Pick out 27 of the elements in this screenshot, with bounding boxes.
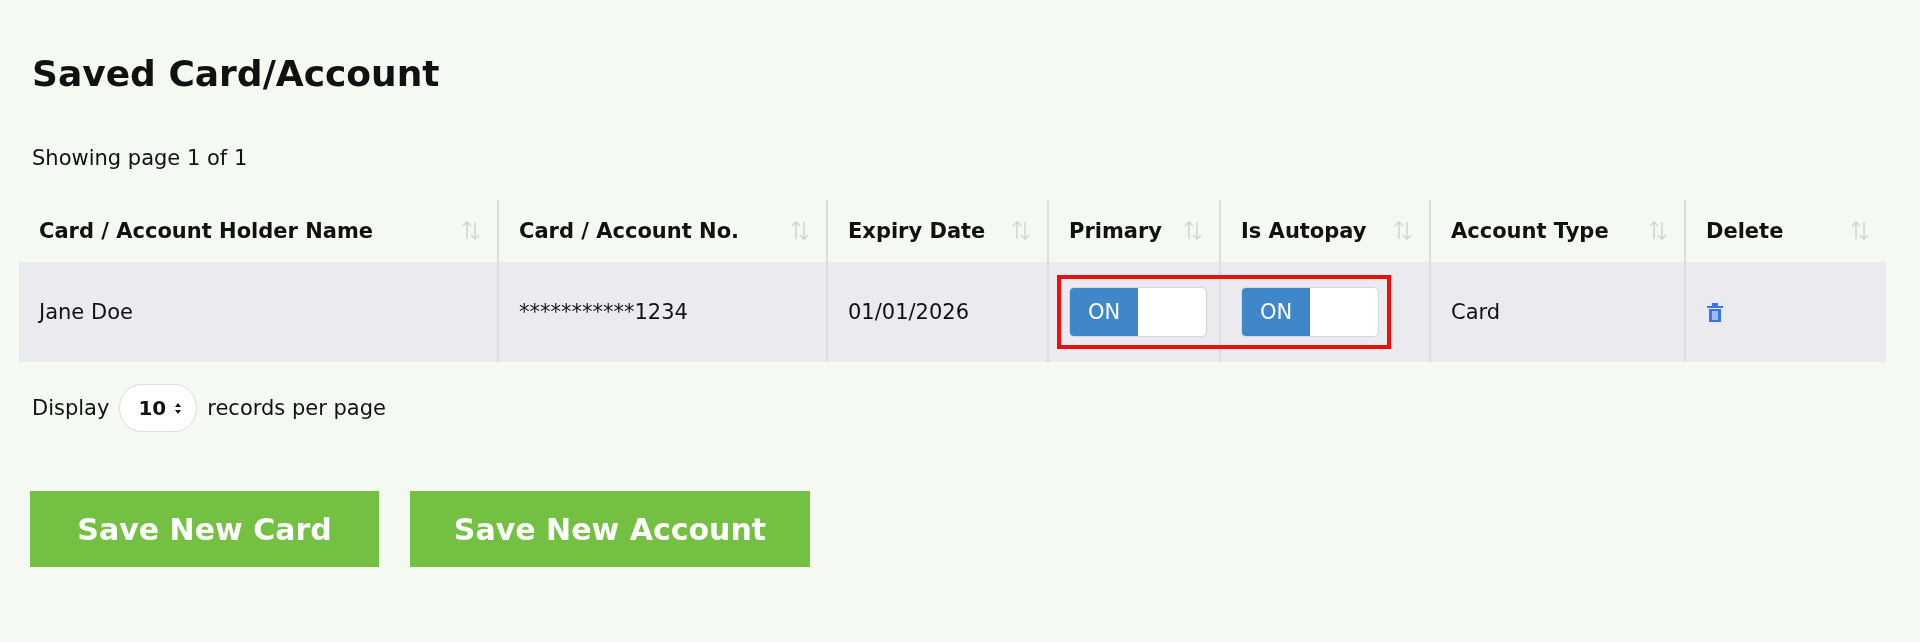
column-header[interactable]: Expiry Date: [848, 219, 986, 243]
toggle-switch[interactable]: ON: [1069, 287, 1207, 337]
column-header[interactable]: Card / Account No.: [519, 219, 740, 243]
page-title: Saved Card/Account: [32, 52, 440, 96]
column-header[interactable]: Delete: [1706, 219, 1784, 243]
sort-icon[interactable]: [1648, 219, 1670, 243]
table-cell: Card: [1451, 300, 1501, 324]
table-cell: Jane Doe: [39, 300, 133, 324]
up-down-caret-icon: [174, 401, 183, 415]
page-size-select[interactable]: 10: [119, 384, 198, 432]
sort-icon[interactable]: [1183, 219, 1205, 243]
trash-icon[interactable]: [1706, 301, 1724, 323]
sort-icon[interactable]: [1011, 219, 1033, 243]
label: Display: [32, 396, 110, 420]
table-cell: 01/01/2026: [848, 300, 970, 324]
column-header[interactable]: Account Type: [1451, 219, 1609, 243]
sort-icon[interactable]: [1850, 219, 1872, 243]
label: records per page: [207, 396, 386, 420]
table-cell: ***********1234: [519, 300, 688, 324]
sort-icon[interactable]: [461, 219, 483, 243]
sort-icon[interactable]: [1393, 219, 1415, 243]
toggle-switch[interactable]: ON: [1241, 287, 1379, 337]
paging-info: Showing page 1 of 1: [32, 146, 248, 170]
column-header[interactable]: Primary: [1069, 219, 1163, 243]
column-header[interactable]: Card / Account Holder Name: [39, 219, 374, 243]
sort-icon[interactable]: [790, 219, 812, 243]
column-header[interactable]: Is Autopay: [1241, 219, 1367, 243]
